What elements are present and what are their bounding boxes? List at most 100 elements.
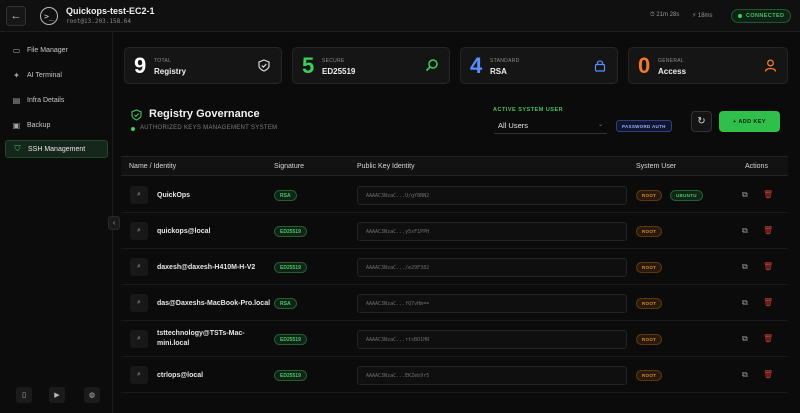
selected-user-value: All Users bbox=[498, 121, 529, 130]
delete-icon[interactable]: 🗑 bbox=[763, 226, 773, 235]
stat-number: 9 bbox=[134, 53, 147, 78]
stat-card-secure: 5 SECURE ED25519 bbox=[292, 47, 450, 84]
stat-card-total: 9 TOTAL Registry bbox=[124, 47, 282, 84]
stat-label: TOTAL bbox=[154, 58, 172, 64]
copy-icon[interactable]: ⧉ bbox=[742, 190, 748, 200]
sidebar-item-file-manager[interactable]: ▭ File Manager bbox=[5, 41, 108, 59]
user-icon bbox=[763, 58, 777, 72]
signature-badge: ED25519 bbox=[274, 370, 307, 381]
section-title: Registry Governance bbox=[149, 108, 260, 120]
play-icon: ▶ bbox=[54, 392, 60, 399]
refresh-button[interactable]: ↻ bbox=[691, 111, 712, 132]
key-name: quickops@local bbox=[157, 228, 211, 235]
discord-icon: ◍ bbox=[88, 392, 96, 399]
top-bar: ← >_ Quickops-test-EC2-1 root@13.203.158… bbox=[0, 0, 800, 32]
delete-icon[interactable]: 🗑 bbox=[763, 298, 773, 307]
key-name: ctrlops@local bbox=[157, 372, 204, 379]
add-key-button[interactable]: + ADD KEY bbox=[719, 111, 780, 132]
public-key-field[interactable]: AAAAC3NzaC...fQ7vHm== bbox=[357, 294, 627, 313]
column-header-system-user: System User bbox=[636, 163, 677, 170]
column-header-signature: Signature bbox=[274, 163, 304, 170]
sparkle-icon: ✦ bbox=[13, 70, 20, 80]
key-name: das@Daxeshs-MacBook-Pro.local bbox=[157, 300, 271, 307]
server-title: Quickops-test-EC2-1 bbox=[66, 6, 155, 16]
signature-badge: ED25519 bbox=[274, 334, 307, 345]
key-search-icon: ⌕ bbox=[130, 186, 148, 204]
shield-icon: ⛉ bbox=[14, 144, 21, 153]
session-time: ⏱ 21m 28s bbox=[650, 12, 680, 18]
delete-icon[interactable]: 🗑 bbox=[763, 334, 773, 343]
arrow-left-icon: ← bbox=[10, 10, 22, 22]
search-icon bbox=[425, 58, 439, 72]
shield-icon bbox=[257, 58, 271, 72]
sidebar-item-backup[interactable]: ▣ Backup bbox=[5, 116, 108, 134]
key-search-icon: ⌕ bbox=[130, 222, 148, 240]
stat-label: STANDARD bbox=[490, 58, 520, 64]
key-name: daxesh@daxesh-H410M-H-V2 bbox=[157, 264, 256, 271]
key-search-icon: ⌕ bbox=[130, 366, 148, 384]
sidebar: ▭ File Manager ✦ AI Terminal ▤ Infra Det… bbox=[0, 32, 113, 413]
table-header: Name / Identity Signature Public Key Ide… bbox=[121, 156, 788, 176]
sidebar-item-label: SSH Management bbox=[28, 145, 86, 153]
key-search-icon: ⌕ bbox=[130, 330, 148, 348]
docs-button[interactable]: ▯ bbox=[16, 387, 32, 403]
table-row[interactable]: ⌕ daxesh@daxesh-H410M-H-V2 ED25519 AAAAC… bbox=[121, 249, 788, 285]
key-name: QuickOps bbox=[157, 192, 191, 199]
active-system-user-label: ACTIVE SYSTEM USER bbox=[493, 107, 564, 113]
archive-icon: ▣ bbox=[12, 120, 21, 130]
system-user-select[interactable]: All Users ⌄ bbox=[494, 118, 607, 134]
stat-number: 0 bbox=[638, 53, 651, 78]
sidebar-item-ai-terminal[interactable]: ✦ AI Terminal bbox=[5, 66, 108, 84]
key-name: tsttechnology@TSTs-Mac-mini.local bbox=[157, 330, 245, 347]
column-header-public-key: Public Key Identity bbox=[357, 163, 415, 170]
discord-button[interactable]: ◍ bbox=[84, 387, 100, 403]
stat-value: Registry bbox=[154, 67, 187, 76]
back-button[interactable]: ← bbox=[6, 6, 26, 26]
youtube-button[interactable]: ▶ bbox=[49, 387, 65, 403]
public-key-field[interactable]: AAAAC3NzaC...U/gY8NN2 bbox=[357, 186, 627, 205]
sidebar-item-infra-details[interactable]: ▤ Infra Details bbox=[5, 91, 108, 109]
table-row[interactable]: ⌕ quickops@local ED25519 AAAAC3NzaC...y5… bbox=[121, 213, 788, 249]
signature-badge: ED25519 bbox=[274, 226, 307, 237]
key-search-icon: ⌕ bbox=[130, 258, 148, 276]
public-key-field[interactable]: AAAAC3NzaC...rtsBO1HR bbox=[357, 330, 627, 349]
chevron-left-icon: ‹ bbox=[112, 219, 116, 227]
user-badge-ubuntu: UBUNTU bbox=[670, 190, 703, 201]
user-badge-root: ROOT bbox=[636, 262, 663, 273]
document-icon: ▯ bbox=[22, 392, 26, 399]
user-badge-root: ROOT bbox=[636, 190, 663, 201]
user-badge-root: ROOT bbox=[636, 370, 663, 381]
stat-number: 5 bbox=[302, 53, 315, 78]
table-row[interactable]: ⌕ tsttechnology@TSTs-Mac-mini.local ED25… bbox=[121, 321, 788, 357]
sidebar-item-ssh-management[interactable]: ⛉ SSH Management bbox=[5, 140, 108, 158]
copy-icon[interactable]: ⧉ bbox=[742, 370, 748, 380]
copy-icon[interactable]: ⧉ bbox=[742, 226, 748, 236]
public-key-field[interactable]: AAAAC3NzaC...y5sF1PPH bbox=[357, 222, 627, 241]
signature-badge: RSA bbox=[274, 298, 297, 309]
stat-card-general: 0 GENERAL Access bbox=[628, 47, 788, 84]
status-dot-icon bbox=[738, 14, 742, 18]
copy-icon[interactable]: ⧉ bbox=[742, 298, 748, 308]
delete-icon[interactable]: 🗑 bbox=[763, 190, 773, 199]
public-key-field[interactable]: AAAAC3NzaC...EKZeb9r5 bbox=[357, 366, 627, 385]
table-row[interactable]: ⌕ das@Daxeshs-MacBook-Pro.local RSA AAAA… bbox=[121, 285, 788, 321]
table-row[interactable]: ⌕ ctrlops@local ED25519 AAAAC3NzaC...EKZ… bbox=[121, 357, 788, 393]
delete-icon[interactable]: 🗑 bbox=[763, 370, 773, 379]
copy-icon[interactable]: ⧉ bbox=[742, 262, 748, 272]
user-badge-root: ROOT bbox=[636, 334, 663, 345]
section-subtitle: AUTHORIZED KEYS MANAGEMENT SYSTEM bbox=[140, 125, 278, 131]
refresh-icon: ↻ bbox=[697, 116, 706, 127]
copy-icon[interactable]: ⧉ bbox=[742, 334, 748, 344]
chevron-down-icon: ⌄ bbox=[597, 122, 603, 128]
delete-icon[interactable]: 🗑 bbox=[763, 262, 773, 271]
public-key-field[interactable]: AAAAC3NzaC.../e29F382 bbox=[357, 258, 627, 277]
lock-icon bbox=[593, 58, 607, 72]
sidebar-item-label: Infra Details bbox=[27, 96, 65, 104]
stat-number: 4 bbox=[470, 53, 483, 78]
collapse-sidebar-button[interactable]: ‹ bbox=[108, 216, 120, 230]
server-icon: ▤ bbox=[12, 95, 21, 105]
password-auth-badge[interactable]: PASSWORD AUTH bbox=[616, 120, 672, 132]
user-badge-root: ROOT bbox=[636, 298, 663, 309]
table-row[interactable]: ⌕ QuickOps RSA AAAAC3NzaC...U/gY8NN2 ROO… bbox=[121, 177, 788, 213]
status-dot-icon bbox=[131, 127, 135, 131]
